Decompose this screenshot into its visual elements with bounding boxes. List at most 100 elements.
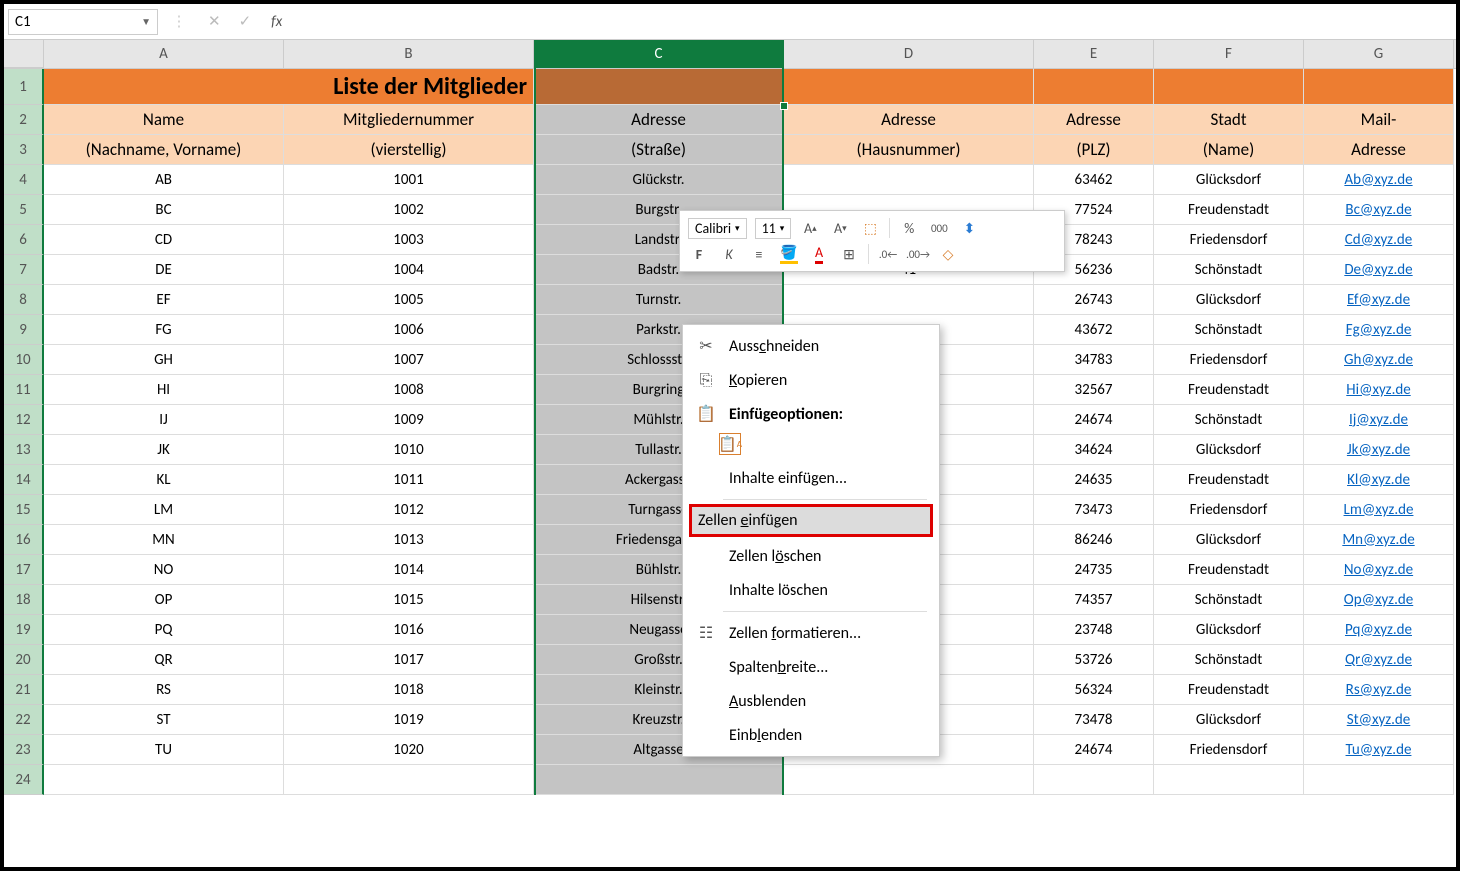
cell-E10[interactable]: 34783	[1034, 345, 1154, 375]
cell-F8[interactable]: Glücksdorf	[1154, 285, 1304, 315]
cell-E12[interactable]: 24674	[1034, 405, 1154, 435]
merge-icon[interactable]: ⬚	[859, 217, 881, 239]
font-size-select[interactable]: 11▾	[755, 218, 792, 239]
email-link[interactable]: Mn@xyz.de	[1342, 531, 1414, 549]
cell-B22[interactable]: 1019	[284, 705, 534, 735]
header-A-2[interactable]: (Nachname, Vorname)	[44, 135, 284, 165]
email-link[interactable]: Ij@xyz.de	[1349, 411, 1408, 429]
cell-A8[interactable]: EF	[44, 285, 284, 315]
font-color-icon[interactable]: A	[808, 243, 830, 265]
cell-G19[interactable]: Pq@xyz.de	[1304, 615, 1454, 645]
menu-format-cells[interactable]: ☷ Zellen formatieren...	[683, 616, 939, 650]
cell-A19[interactable]: PQ	[44, 615, 284, 645]
email-link[interactable]: Bc@xyz.de	[1345, 201, 1411, 219]
cell-G24[interactable]	[1304, 765, 1454, 795]
cell-B4[interactable]: 1001	[284, 165, 534, 195]
header-D-2[interactable]: (Hausnummer)	[784, 135, 1034, 165]
cell-F14[interactable]: Freudenstadt	[1154, 465, 1304, 495]
cell-E4[interactable]: 63462	[1034, 165, 1154, 195]
cell-B15[interactable]: 1012	[284, 495, 534, 525]
cell-A18[interactable]: OP	[44, 585, 284, 615]
cell-F20[interactable]: Schönstadt	[1154, 645, 1304, 675]
cell-C8[interactable]: Turnstr.	[534, 285, 784, 315]
cell-D24[interactable]	[784, 765, 1034, 795]
cell-B10[interactable]: 1007	[284, 345, 534, 375]
paste-option-icon[interactable]: 📋A	[719, 433, 741, 455]
cell-D8[interactable]	[784, 285, 1034, 315]
row-header[interactable]: 13	[4, 435, 44, 465]
select-all-corner[interactable]	[4, 40, 44, 68]
cell-A14[interactable]: KL	[44, 465, 284, 495]
cell-B8[interactable]: 1005	[284, 285, 534, 315]
email-link[interactable]: Ef@xyz.de	[1347, 291, 1410, 309]
cell-F24[interactable]	[1154, 765, 1304, 795]
title-cell-left[interactable]: Liste der Mitglieder	[44, 69, 534, 105]
increase-font-icon[interactable]: A▴	[799, 217, 821, 239]
row-header[interactable]: 4	[4, 165, 44, 195]
email-link[interactable]: Qr@xyz.de	[1345, 651, 1412, 669]
row-header-3[interactable]: 3	[4, 135, 44, 165]
align-icon[interactable]: ≡	[748, 243, 770, 265]
row-header[interactable]: 10	[4, 345, 44, 375]
col-header-E[interactable]: E	[1034, 40, 1154, 68]
menu-hide[interactable]: Ausblenden	[683, 684, 939, 718]
header-B-1[interactable]: Mitgliedernummer	[284, 105, 534, 135]
row-header[interactable]: 9	[4, 315, 44, 345]
email-link[interactable]: No@xyz.de	[1344, 561, 1413, 579]
cell-B14[interactable]: 1011	[284, 465, 534, 495]
cell-F22[interactable]: Glücksdorf	[1154, 705, 1304, 735]
cell-E22[interactable]: 73478	[1034, 705, 1154, 735]
decrease-decimal-icon[interactable]: .0←	[877, 243, 899, 265]
menu-paste-special[interactable]: Inhalte einfügen...	[683, 461, 939, 495]
row-header[interactable]: 19	[4, 615, 44, 645]
cell-G14[interactable]: Kl@xyz.de	[1304, 465, 1454, 495]
email-link[interactable]: Lm@xyz.de	[1344, 501, 1414, 519]
cell-G4[interactable]: Ab@xyz.de	[1304, 165, 1454, 195]
cell-G20[interactable]: Qr@xyz.de	[1304, 645, 1454, 675]
cell-G12[interactable]: Ij@xyz.de	[1304, 405, 1454, 435]
menu-unhide[interactable]: Einblenden	[683, 718, 939, 752]
cell-B18[interactable]: 1015	[284, 585, 534, 615]
confirm-formula-icon[interactable]: ✓	[239, 12, 252, 31]
email-link[interactable]: Fg@xyz.de	[1346, 321, 1412, 339]
cell-F6[interactable]: Friedensdorf	[1154, 225, 1304, 255]
row-header[interactable]: 12	[4, 405, 44, 435]
cell-A15[interactable]: LM	[44, 495, 284, 525]
col-header-B[interactable]: B	[284, 40, 534, 68]
cell-F13[interactable]: Glücksdorf	[1154, 435, 1304, 465]
cell-B19[interactable]: 1016	[284, 615, 534, 645]
fx-label[interactable]: fx	[263, 13, 290, 31]
row-header[interactable]: 18	[4, 585, 44, 615]
cell-G17[interactable]: No@xyz.de	[1304, 555, 1454, 585]
cell-B24[interactable]	[284, 765, 534, 795]
cell-A6[interactable]: CD	[44, 225, 284, 255]
cell-B13[interactable]: 1010	[284, 435, 534, 465]
increase-decimal-icon[interactable]: .00→	[907, 243, 929, 265]
cell-A7[interactable]: DE	[44, 255, 284, 285]
italic-button[interactable]: K	[718, 243, 740, 265]
cell-A23[interactable]: TU	[44, 735, 284, 765]
cell-E18[interactable]: 74357	[1034, 585, 1154, 615]
cell-A21[interactable]: RS	[44, 675, 284, 705]
header-B-2[interactable]: (vierstellig)	[284, 135, 534, 165]
cell-B21[interactable]: 1018	[284, 675, 534, 705]
col-header-D[interactable]: D	[784, 40, 1034, 68]
title-cell-f[interactable]	[1154, 69, 1304, 105]
row-header[interactable]: 14	[4, 465, 44, 495]
cell-B16[interactable]: 1013	[284, 525, 534, 555]
cell-E21[interactable]: 56324	[1034, 675, 1154, 705]
cell-B11[interactable]: 1008	[284, 375, 534, 405]
cell-A5[interactable]: BC	[44, 195, 284, 225]
cell-F23[interactable]: Friedensdorf	[1154, 735, 1304, 765]
header-E-1[interactable]: Adresse	[1034, 105, 1154, 135]
cell-A17[interactable]: NO	[44, 555, 284, 585]
email-link[interactable]: St@xyz.de	[1347, 711, 1411, 729]
header-C-2[interactable]: (Straße)	[534, 135, 784, 165]
cell-G13[interactable]: Jk@xyz.de	[1304, 435, 1454, 465]
cell-G5[interactable]: Bc@xyz.de	[1304, 195, 1454, 225]
cell-B7[interactable]: 1004	[284, 255, 534, 285]
col-header-F[interactable]: F	[1154, 40, 1304, 68]
row-header[interactable]: 8	[4, 285, 44, 315]
cell-B17[interactable]: 1014	[284, 555, 534, 585]
cell-A10[interactable]: GH	[44, 345, 284, 375]
